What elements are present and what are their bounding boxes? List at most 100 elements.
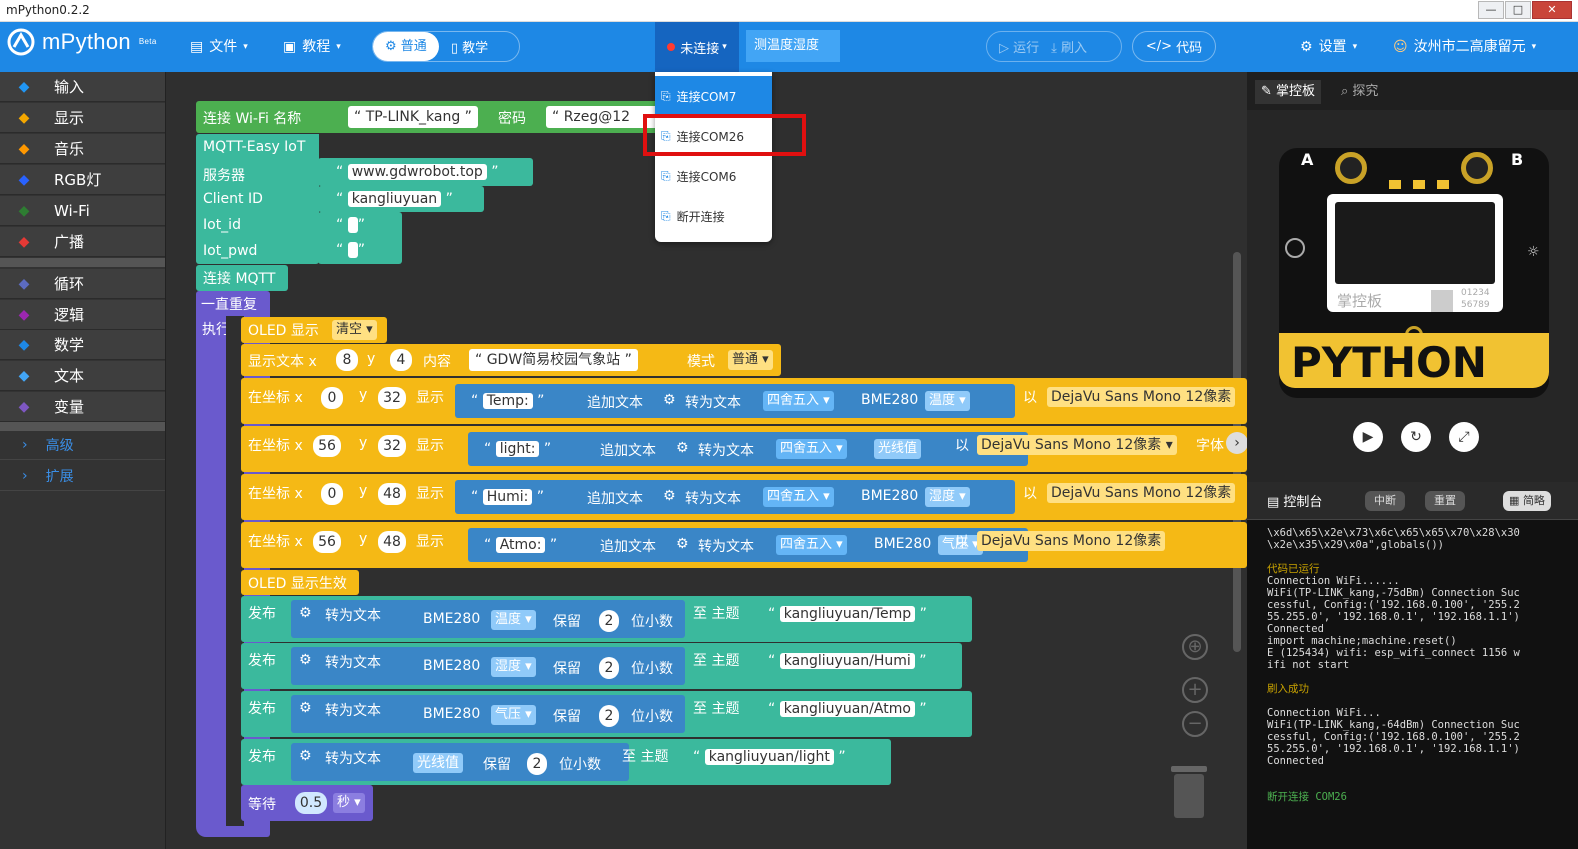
tutorial-menu[interactable]: ▣ 教程 ▾ — [283, 34, 341, 60]
project-title[interactable]: 测温度湿度 — [746, 30, 840, 62]
sidebar-item-label: 变量 — [54, 398, 85, 416]
sidebar-extension[interactable]: › 扩展 — [0, 461, 165, 491]
fullscreen-button[interactable]: ⤢ — [1449, 422, 1479, 452]
tab-board-label: 掌控板 — [1276, 84, 1316, 99]
text-icon: ◆ — [18, 367, 30, 384]
board-logo: 掌控板 — [1337, 292, 1383, 310]
window-title: mPython0.2.2 — [6, 3, 90, 17]
console-title: ▤ 控制台 — [1267, 495, 1323, 510]
sidebar-advanced[interactable]: › 高级 — [0, 430, 165, 460]
sidebar-item-1[interactable]: ◆ 输入 — [0, 72, 165, 102]
dropdown-item-label: 连接COM6 — [676, 169, 737, 184]
zoom-out-icon[interactable]: − — [1182, 711, 1208, 737]
console-log-line: 代码已运行 — [1267, 563, 1320, 575]
play-button[interactable]: ▶ — [1353, 422, 1383, 452]
tutorial-label: 教程 — [302, 39, 331, 55]
microphone-icon — [1285, 238, 1305, 258]
button-b[interactable] — [1461, 152, 1493, 184]
app-logo: mPython Beta — [6, 28, 157, 56]
sidebar-item-2[interactable]: ◆ 显示 — [0, 103, 165, 133]
sidebar-item-9[interactable]: ◆ 数学 — [0, 330, 165, 360]
reset-button[interactable]: ↻ — [1401, 422, 1431, 452]
console-log-line: 刷入成功 — [1267, 683, 1309, 695]
tab-explore[interactable]: ⌕ 探究 — [1341, 80, 1378, 104]
wifi-icon: ◆ — [18, 202, 30, 219]
app-name: mPython — [42, 29, 131, 54]
simple-mode-label: 简略 — [1522, 494, 1545, 507]
sidebar-item-3[interactable]: ◆ 音乐 — [0, 134, 165, 164]
file-icon: ▤ — [190, 39, 204, 55]
sidebar-item-4[interactable]: ◆ RGB灯 — [0, 165, 165, 195]
user-name: 汝州市二高康留元 — [1413, 39, 1526, 55]
dropdown-item-4[interactable]: ⎘ 断开连接 — [655, 196, 772, 236]
console-log-line: ifi not start — [1267, 659, 1350, 671]
maximize-button[interactable]: □ — [1505, 1, 1531, 19]
qr-code-icon — [1431, 290, 1453, 312]
dropdown-item-1[interactable]: ⎘ 连接COM7 — [655, 76, 772, 116]
sidebar-item-8[interactable]: ◆ 逻辑 — [0, 300, 165, 330]
console-header: ▤ 控制台 中断 重置 ▦ 简略 — [1247, 482, 1578, 520]
minimize-button[interactable]: — — [1478, 1, 1504, 19]
recenter-icon[interactable]: ⊕ — [1182, 634, 1208, 660]
zoom-in-icon[interactable]: + — [1182, 677, 1208, 703]
avatar-icon: ☺ — [1393, 39, 1408, 55]
console-reset-button[interactable]: 重置 — [1425, 491, 1465, 511]
close-button[interactable]: ✕ — [1532, 1, 1572, 19]
sidebar-item-label: 逻辑 — [54, 306, 85, 324]
chevron-down-icon: ▾ — [243, 42, 248, 52]
sidebar-item-10[interactable]: ◆ 文本 — [0, 361, 165, 391]
right-panel-tabs: ✎ 掌控板 ⌕ 探究 — [1247, 72, 1578, 110]
chevron-down-icon: ▾ — [722, 42, 727, 52]
light-sensor-icon: ☼ — [1527, 244, 1540, 260]
status-dot-icon — [667, 43, 676, 51]
console-log-line: E (125434) wifi: esp_wifi_connect 1156 w — [1267, 647, 1520, 659]
mode-normal-button[interactable]: ⚙ 普通 — [373, 32, 439, 61]
sidebar-item-label: 广播 — [54, 233, 85, 251]
settings-button[interactable]: ⚙ 设置 ▾ — [1300, 34, 1357, 60]
chevron-right-icon: › — [22, 467, 28, 484]
mode-teach-button[interactable]: ▯ 教学 — [439, 37, 500, 56]
input-icon: ◆ — [18, 78, 30, 95]
trash-icon[interactable] — [1169, 762, 1209, 822]
simple-mode-toggle[interactable]: ▦ 简略 — [1503, 491, 1551, 511]
connection-dropdown-button[interactable]: 未连接 ▾ — [655, 22, 739, 72]
chevron-right-icon: › — [22, 436, 28, 453]
connection-status-label: 未连接 — [680, 41, 720, 57]
flash-button[interactable]: ⤓ 刷入 — [1051, 37, 1087, 56]
beta-badge: Beta — [138, 37, 157, 46]
console-log-line: 断开连接 COM26 — [1267, 791, 1347, 803]
dropdown-item-3[interactable]: ⎘ 连接COM6 — [655, 156, 772, 196]
tab-board[interactable]: ✎ 掌控板 — [1255, 80, 1322, 104]
file-label: 文件 — [209, 39, 238, 55]
console-title-label: 控制台 — [1283, 495, 1323, 510]
sidebar-item-7[interactable]: ◆ 循环 — [0, 269, 165, 299]
led-1 — [1389, 180, 1401, 189]
user-menu[interactable]: ☺ 汝州市二高康留元 ▾ — [1393, 34, 1536, 60]
sidebar-item-5[interactable]: ◆ Wi-Fi — [0, 196, 165, 226]
console-log-line: WiFi(TP-LINK_kang,-75dBm) Connection Suc — [1267, 587, 1520, 599]
chevron-down-icon: ▾ — [1352, 42, 1358, 52]
broadcast-icon: ◆ — [18, 233, 30, 250]
sidebar-item-11[interactable]: ◆ 变量 — [0, 392, 165, 422]
board-digits-2: 56789 — [1461, 300, 1490, 310]
board-digits-1: 01234 — [1461, 288, 1490, 298]
chevron-down-icon: ▾ — [1531, 42, 1537, 52]
sidebar-item-label: 输入 — [54, 78, 85, 96]
led-2 — [1413, 180, 1425, 189]
button-a[interactable] — [1335, 152, 1367, 184]
display-icon: ◆ — [18, 109, 30, 126]
mode-normal-label: 普通 — [400, 39, 427, 54]
interrupt-button[interactable]: 中断 — [1365, 491, 1405, 511]
right-panel: ✎ 掌控板 ⌕ 探究 A B 掌控板 01234 56789 ☼ PYTHON … — [1247, 72, 1578, 849]
sidebar-item-6[interactable]: ◆ 广播 — [0, 227, 165, 257]
code-button[interactable]: </> 代码 — [1132, 31, 1216, 62]
file-menu[interactable]: ▤ 文件 ▾ — [190, 34, 248, 60]
workspace-scrollbar[interactable] — [1233, 252, 1241, 652]
svg-text:PYTHON: PYTHON — [1291, 338, 1487, 387]
sidebar-extension-label: 扩展 — [45, 468, 74, 485]
sidebar-item-label: 数学 — [54, 336, 85, 354]
logic-icon: ◆ — [18, 306, 30, 323]
button-b-label: B — [1511, 150, 1524, 169]
mode-switch: ⚙ 普通 ▯ 教学 — [372, 31, 520, 62]
run-button[interactable]: ▷ 运行 — [987, 37, 1051, 56]
